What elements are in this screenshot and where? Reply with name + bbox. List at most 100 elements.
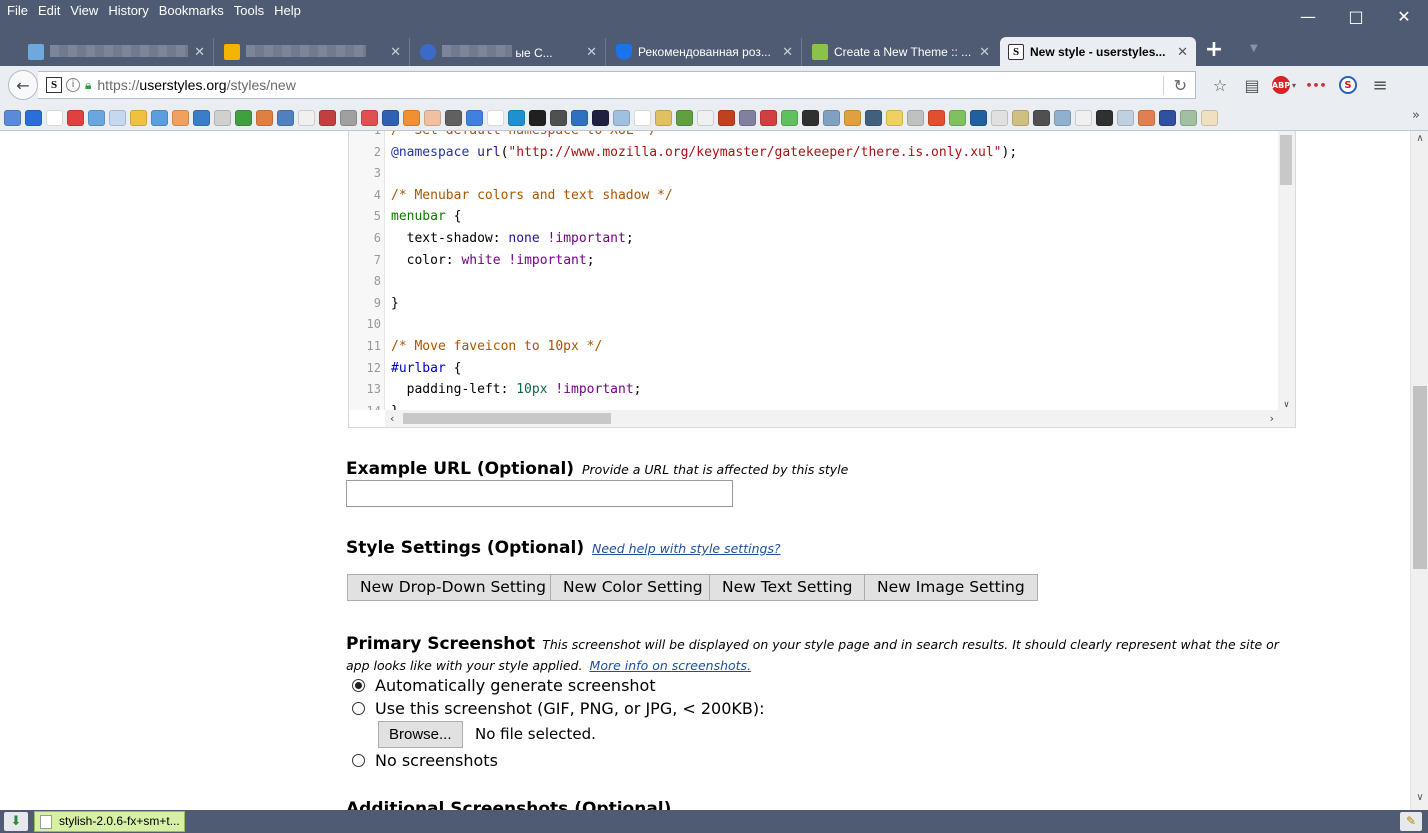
reading-list-icon[interactable]: ▤ (1236, 74, 1268, 96)
browse-file-button[interactable]: Browse... (378, 721, 463, 748)
editor-horizontal-scrollbar[interactable]: ‹ › (385, 410, 1295, 427)
chevron-down-icon[interactable]: ∨ (1278, 400, 1295, 410)
bookmark-favicon-icon[interactable] (613, 110, 630, 126)
bookmark-favicon-icon[interactable] (403, 110, 420, 126)
bookmark-favicon-icon[interactable] (1033, 110, 1050, 126)
bookmark-favicon-icon[interactable] (970, 110, 987, 126)
bookmark-favicon-icon[interactable] (634, 110, 651, 126)
bookmark-favicon-icon[interactable] (4, 110, 21, 126)
close-tab-icon[interactable]: ✕ (979, 44, 990, 60)
bookmark-favicon-icon[interactable] (46, 110, 63, 126)
page-vertical-scrollbar[interactable]: ∧ ∨ (1410, 131, 1428, 810)
code-line[interactable]: 8 (349, 271, 1279, 293)
code-line[interactable]: 6 text-shadow: none !important; (349, 228, 1279, 250)
bookmark-favicon-icon[interactable] (172, 110, 189, 126)
bookmark-favicon-icon[interactable] (739, 110, 756, 126)
editor-vertical-scrollbar[interactable]: ∨ (1278, 131, 1295, 410)
bookmark-favicon-icon[interactable] (1180, 110, 1197, 126)
maximize-button[interactable]: □ (1332, 0, 1380, 32)
bookmark-favicon-icon[interactable] (1201, 110, 1218, 126)
code-line[interactable]: 9} (349, 293, 1279, 315)
bookmark-favicon-icon[interactable] (1054, 110, 1071, 126)
bookmark-favicon-icon[interactable] (1096, 110, 1113, 126)
bookmark-favicon-icon[interactable] (319, 110, 336, 126)
bookmark-favicon-icon[interactable] (991, 110, 1008, 126)
bookmark-favicon-icon[interactable] (823, 110, 840, 126)
reload-icon[interactable]: ↻ (1162, 76, 1187, 95)
screenshot-info-link[interactable]: More info on screenshots. (590, 658, 752, 673)
custom-screenshot-radio[interactable] (352, 702, 365, 715)
menu-tools[interactable]: Tools (229, 0, 269, 22)
extension-icon[interactable]: ••• (1300, 74, 1332, 96)
bookmark-favicon-icon[interactable] (760, 110, 777, 126)
bookmark-favicon-icon[interactable] (592, 110, 609, 126)
lock-icon[interactable]: 🔒︎ (85, 78, 91, 93)
bookmark-favicon-icon[interactable] (298, 110, 315, 126)
auto-screenshot-radio[interactable] (352, 679, 365, 692)
menu-edit[interactable]: Edit (33, 0, 65, 22)
example-url-input[interactable] (346, 480, 733, 507)
url-bar[interactable]: S i 🔒︎ https://userstyles.org/styles/new… (38, 71, 1196, 99)
scroll-thumb[interactable] (403, 413, 611, 424)
bookmark-favicon-icon[interactable] (151, 110, 168, 126)
code-line[interactable]: 13 padding-left: 10px !important; (349, 379, 1279, 401)
bookmark-favicon-icon[interactable] (529, 110, 546, 126)
bookmark-favicon-icon[interactable] (571, 110, 588, 126)
bookmark-favicon-icon[interactable] (487, 110, 504, 126)
code-line[interactable]: 12 #urlbar { (349, 358, 1279, 380)
bookmark-favicon-icon[interactable] (214, 110, 231, 126)
code-line[interactable]: 2 @namespace url("http://www.mozilla.org/… (349, 142, 1279, 164)
code-line[interactable]: 7 color: white !important; (349, 250, 1279, 272)
bookmark-favicon-icon[interactable] (508, 110, 525, 126)
hamburger-menu-icon[interactable]: ≡ (1364, 74, 1396, 96)
close-tab-icon[interactable]: ✕ (782, 44, 793, 60)
auto-screenshot-option[interactable]: Automatically generate screenshot (352, 676, 656, 695)
bookmark-favicon-icon[interactable] (193, 110, 210, 126)
minimize-button[interactable]: — (1284, 0, 1332, 32)
close-tab-icon[interactable]: ✕ (586, 44, 597, 60)
addon-bar-icon[interactable]: ✎ (1400, 812, 1422, 831)
menu-bookmarks[interactable]: Bookmarks (154, 0, 229, 22)
url-text[interactable]: https://userstyles.org/styles/new (97, 77, 295, 93)
bookmark-favicon-icon[interactable] (256, 110, 273, 126)
info-icon[interactable]: i (66, 78, 80, 92)
chevron-up-icon[interactable]: ∧ (1411, 133, 1428, 149)
bookmark-favicon-icon[interactable] (88, 110, 105, 126)
chevron-left-icon[interactable]: ‹ (389, 410, 396, 427)
scroll-thumb[interactable] (1280, 135, 1292, 185)
bookmark-favicon-icon[interactable] (844, 110, 861, 126)
code-line[interactable]: 10 (349, 314, 1279, 336)
bookmark-favicon-icon[interactable] (466, 110, 483, 126)
bookmark-favicon-icon[interactable] (445, 110, 462, 126)
new-dropdown-setting-button[interactable]: New Drop-Down Setting (347, 574, 559, 601)
code-line[interactable]: 5 menubar { (349, 206, 1279, 228)
close-tab-icon[interactable]: ✕ (1177, 44, 1188, 60)
bookmark-favicon-icon[interactable] (907, 110, 924, 126)
bookmark-favicon-icon[interactable] (655, 110, 672, 126)
chevron-down-icon[interactable]: ∨ (1411, 792, 1428, 808)
list-all-tabs-icon[interactable]: ▼ (1250, 43, 1258, 54)
bookmark-favicon-icon[interactable] (1075, 110, 1092, 126)
chevron-right-icon[interactable]: › (1268, 410, 1275, 427)
bookmark-favicon-icon[interactable] (802, 110, 819, 126)
adblock-plus-icon[interactable]: ABP ▾ (1268, 74, 1300, 96)
bookmark-favicon-icon[interactable] (697, 110, 714, 126)
bookmark-favicon-icon[interactable] (718, 110, 735, 126)
bookmark-favicon-icon[interactable] (130, 110, 147, 126)
bookmark-favicon-icon[interactable] (109, 110, 126, 126)
code-line[interactable]: 3 (349, 163, 1279, 185)
site-identity-icon[interactable]: S (46, 77, 62, 93)
bookmark-favicon-icon[interactable] (550, 110, 567, 126)
bookmark-favicon-icon[interactable] (1138, 110, 1155, 126)
tab-blurred-2[interactable]: ✕ (216, 38, 410, 66)
new-text-setting-button[interactable]: New Text Setting (709, 574, 866, 601)
code-area[interactable]: 1 /* Set default namespace to XUL */ 2 @nam… (349, 131, 1279, 410)
css-code-editor[interactable]: 1 /* Set default namespace to XUL */ 2 @nam… (348, 131, 1296, 428)
more-bookmarks-icon[interactable]: » (1412, 108, 1420, 123)
bookmark-favicon-icon[interactable] (25, 110, 42, 126)
bookmark-favicon-icon[interactable] (949, 110, 966, 126)
close-tab-icon[interactable]: ✕ (390, 44, 401, 60)
code-line[interactable]: 11 /* Move faveicon to 10px */ (349, 336, 1279, 358)
menu-help[interactable]: Help (269, 0, 306, 22)
scroll-thumb[interactable] (1413, 386, 1427, 569)
